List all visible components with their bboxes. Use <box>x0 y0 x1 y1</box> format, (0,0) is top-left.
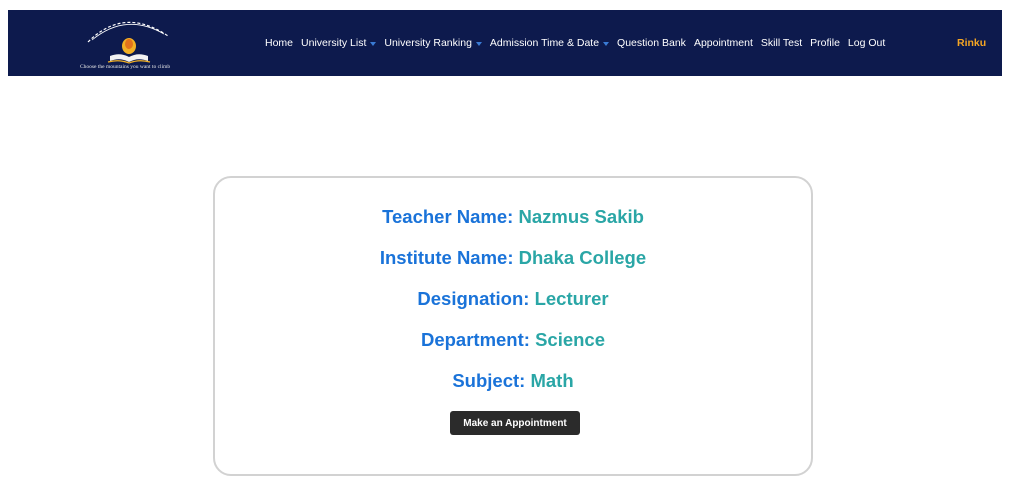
subject-line: Subject: Math <box>215 370 811 392</box>
nav-label: Log Out <box>847 37 886 49</box>
teacher-info-card: Teacher Name: Nazmus Sakib Institute Nam… <box>213 176 813 476</box>
nav-label: Skill Test <box>760 37 803 49</box>
top-navbar: Choose the mountains you want to climb H… <box>8 10 1002 76</box>
nav-label: University List <box>301 37 367 49</box>
nav-label: Admission Time & Date <box>489 37 600 49</box>
institute-name-value: Dhaka College <box>518 247 647 268</box>
teacher-name-line: Teacher Name: Nazmus Sakib <box>215 206 811 228</box>
chevron-down-icon <box>603 41 610 46</box>
nav-home[interactable]: Home <box>265 37 293 49</box>
institute-name-line: Institute Name: Dhaka College <box>215 247 811 269</box>
nav-university-ranking[interactable]: University Ranking <box>384 37 482 49</box>
designation-label: Designation: <box>417 288 530 309</box>
chevron-down-icon <box>370 41 377 46</box>
nav-label: University Ranking <box>384 37 472 49</box>
nav-label: Profile <box>810 37 840 49</box>
nav-label: Home <box>265 37 294 49</box>
nav-skill-test[interactable]: Skill Test <box>761 37 802 49</box>
make-appointment-button[interactable]: Make an Appointment <box>450 411 580 435</box>
nav-appointment[interactable]: Appointment <box>694 37 753 49</box>
designation-value: Lecturer <box>534 288 609 309</box>
logo-tagline: Choose the mountains you want to climb <box>80 64 171 70</box>
teacher-name-value: Nazmus Sakib <box>518 206 644 227</box>
nav-university-list[interactable]: University List <box>301 37 377 49</box>
nav-menu: Home University List University Ranking … <box>265 10 885 76</box>
teacher-name-label: Teacher Name: <box>382 206 514 227</box>
chevron-down-icon <box>475 41 482 46</box>
department-line: Department: Science <box>215 329 811 351</box>
subject-label: Subject: <box>452 370 526 391</box>
designation-line: Designation: Lecturer <box>215 288 811 310</box>
book-logo-icon <box>87 21 169 64</box>
nav-label: Question Bank <box>617 37 686 49</box>
site-logo[interactable]: Choose the mountains you want to climb <box>74 12 204 74</box>
nav-admission-time-date[interactable]: Admission Time & Date <box>489 37 610 49</box>
nav-label: Appointment <box>693 37 753 49</box>
department-value: Science <box>535 329 606 350</box>
nav-profile[interactable]: Profile <box>810 37 840 49</box>
department-label: Department: <box>420 329 530 350</box>
current-user-name[interactable]: Rinku <box>957 10 986 76</box>
nav-question-bank[interactable]: Question Bank <box>617 37 686 49</box>
institute-name-label: Institute Name: <box>379 247 514 268</box>
nav-log-out[interactable]: Log Out <box>848 37 885 49</box>
subject-value: Math <box>530 370 574 391</box>
